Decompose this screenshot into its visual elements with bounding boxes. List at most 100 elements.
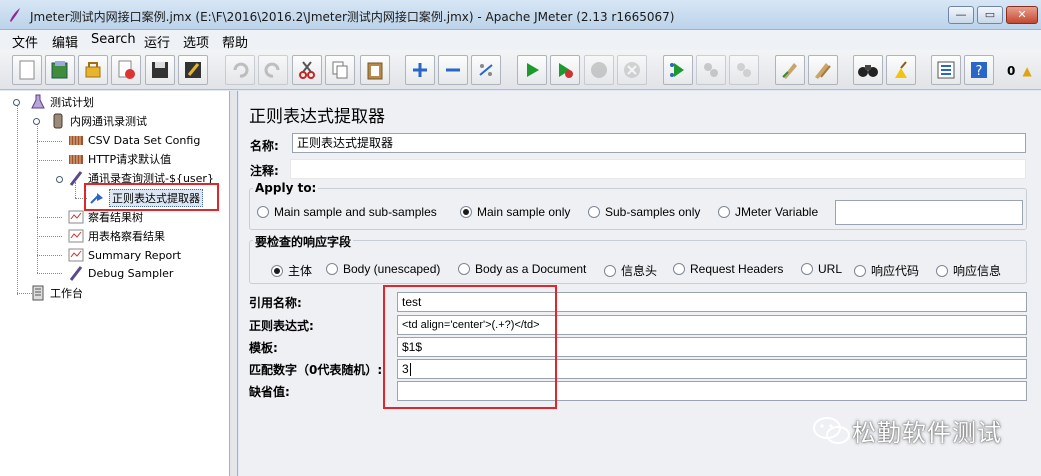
tree-node-debug-sampler[interactable]: Debug Sampler — [68, 265, 173, 281]
response-field-title: 要检查的响应字段 — [253, 233, 354, 250]
clear-all-button[interactable] — [808, 55, 838, 85]
help-button[interactable]: ? — [964, 55, 994, 85]
search-icon — [858, 65, 878, 77]
apply-jmeter-variable-radio[interactable]: JMeter Variable — [718, 205, 818, 219]
comment-field[interactable] — [290, 159, 1026, 179]
comment-label: 注释: — [250, 164, 279, 178]
save-icon — [152, 62, 168, 78]
name-field[interactable]: 正则表达式提取器 — [292, 133, 1026, 153]
toolbar: ? — [0, 50, 1041, 90]
jmeter-variable-field[interactable] — [835, 200, 1023, 225]
menu-search[interactable]: Search — [91, 32, 136, 47]
apply-main-and-sub-radio[interactable]: Main sample and sub-samples — [257, 205, 437, 219]
collapse-icon — [446, 68, 460, 72]
menu-edit[interactable]: 编辑 — [52, 32, 78, 51]
menu-options[interactable]: 选项 — [183, 32, 209, 51]
shutdown-button[interactable] — [617, 55, 647, 85]
field-headers-radio[interactable]: 信息头 — [604, 262, 657, 279]
remote-shutdown-button[interactable] — [729, 55, 759, 85]
open-button[interactable] — [78, 55, 108, 85]
tree-node-label: 测试计划 — [50, 96, 94, 109]
copy-button[interactable] — [325, 55, 355, 85]
radio-dot — [588, 206, 600, 218]
tree-node-view-results-tree[interactable]: 察看结果树 — [68, 209, 143, 225]
cut-button[interactable] — [292, 55, 322, 85]
open-icon — [85, 62, 101, 78]
remote-stop-button[interactable] — [696, 55, 726, 85]
clear-icon — [782, 63, 797, 79]
save-as-button[interactable] — [178, 55, 208, 85]
cut-icon — [299, 61, 315, 79]
remote-start-button[interactable] — [663, 55, 693, 85]
field-response-code-radio[interactable]: 响应代码 — [854, 262, 919, 279]
toggle-button[interactable] — [471, 55, 501, 85]
expand-toggle[interactable] — [13, 99, 20, 106]
new-icon — [19, 60, 35, 80]
listener-icon — [68, 248, 84, 262]
function-helper-button[interactable] — [931, 55, 961, 85]
apply-main-only-radio[interactable]: Main sample only — [460, 205, 570, 219]
tree-node-label: 内网通讯录测试 — [70, 115, 147, 128]
tree-node-thread-group[interactable]: 内网通讯录测试 — [50, 113, 147, 129]
close-button[interactable]: ✕ — [1006, 6, 1038, 24]
radio-dot-selected — [460, 206, 472, 218]
tree-connector — [37, 273, 62, 274]
minimize-button[interactable]: — — [948, 6, 974, 24]
tree-node-http-defaults[interactable]: HTTP请求默认值 — [68, 151, 171, 167]
radio-dot-selected — [271, 264, 283, 277]
field-url-radio[interactable]: URL — [801, 262, 842, 276]
field-request-headers-radio[interactable]: Request Headers — [673, 262, 783, 276]
search-button[interactable] — [853, 55, 883, 85]
clear-button[interactable] — [775, 55, 805, 85]
remote-stop-icon — [704, 63, 718, 77]
new-button[interactable] — [12, 55, 42, 85]
start-no-pause-button[interactable] — [550, 55, 580, 85]
split-divider[interactable] — [230, 91, 238, 476]
expand-toggle[interactable] — [56, 176, 63, 183]
name-label: 名称: — [250, 139, 279, 153]
expand-toggle[interactable] — [33, 118, 40, 125]
menu-help[interactable]: 帮助 — [222, 32, 248, 51]
maximize-button[interactable]: ▭ — [977, 6, 1003, 24]
field-body-radio[interactable]: 主体 — [271, 262, 312, 279]
stop-button[interactable] — [584, 55, 614, 85]
radio-dot — [801, 263, 813, 275]
radio-dot — [326, 263, 338, 275]
paste-button[interactable] — [360, 55, 390, 85]
tree-node-label: 工作台 — [50, 287, 83, 300]
menu-file[interactable]: 文件 — [12, 32, 38, 51]
redo-button[interactable] — [258, 55, 288, 85]
undo-button[interactable] — [225, 55, 255, 85]
radio-label: JMeter Variable — [735, 205, 819, 219]
error-count-value: 0 — [1007, 64, 1016, 78]
tree-node-label: HTTP请求默认值 — [88, 153, 172, 166]
tree-node-test-plan[interactable]: 测试计划 — [30, 94, 94, 110]
expand-icon — [413, 63, 427, 77]
reset-search-button[interactable] — [886, 55, 916, 85]
save-button[interactable] — [145, 55, 175, 85]
tree-node-view-results-table[interactable]: 用表格察看结果 — [68, 228, 165, 244]
radio-label: URL — [818, 262, 843, 276]
expand-button[interactable] — [405, 55, 435, 85]
field-response-message-radio[interactable]: 响应信息 — [936, 262, 1001, 279]
tree-node-workbench[interactable]: 工作台 — [30, 285, 83, 301]
jmeter-feather-icon — [10, 8, 20, 22]
field-body-as-document-radio[interactable]: Body as a Document — [458, 262, 586, 276]
undo-icon — [233, 62, 249, 78]
paste-icon — [367, 62, 383, 80]
templates-button[interactable] — [45, 55, 75, 85]
menu-run[interactable]: 运行 — [144, 32, 170, 51]
start-button[interactable] — [517, 55, 547, 85]
radio-label: Body (unescaped) — [343, 262, 441, 276]
field-body-unescaped-radio[interactable]: Body (unescaped) — [326, 262, 440, 276]
clear-all-icon — [815, 63, 831, 79]
reset-search-icon — [895, 61, 907, 78]
listener-icon — [68, 210, 84, 224]
apply-to-title: Apply to: — [253, 181, 319, 195]
collapse-button[interactable] — [438, 55, 468, 85]
close-plan-button[interactable] — [111, 55, 141, 85]
radio-dot — [257, 206, 269, 218]
tree-node-summary-report[interactable]: Summary Report — [68, 247, 181, 263]
apply-sub-only-radio[interactable]: Sub-samples only — [588, 205, 700, 219]
tree-node-csv-data-set[interactable]: CSV Data Set Config — [68, 132, 200, 148]
